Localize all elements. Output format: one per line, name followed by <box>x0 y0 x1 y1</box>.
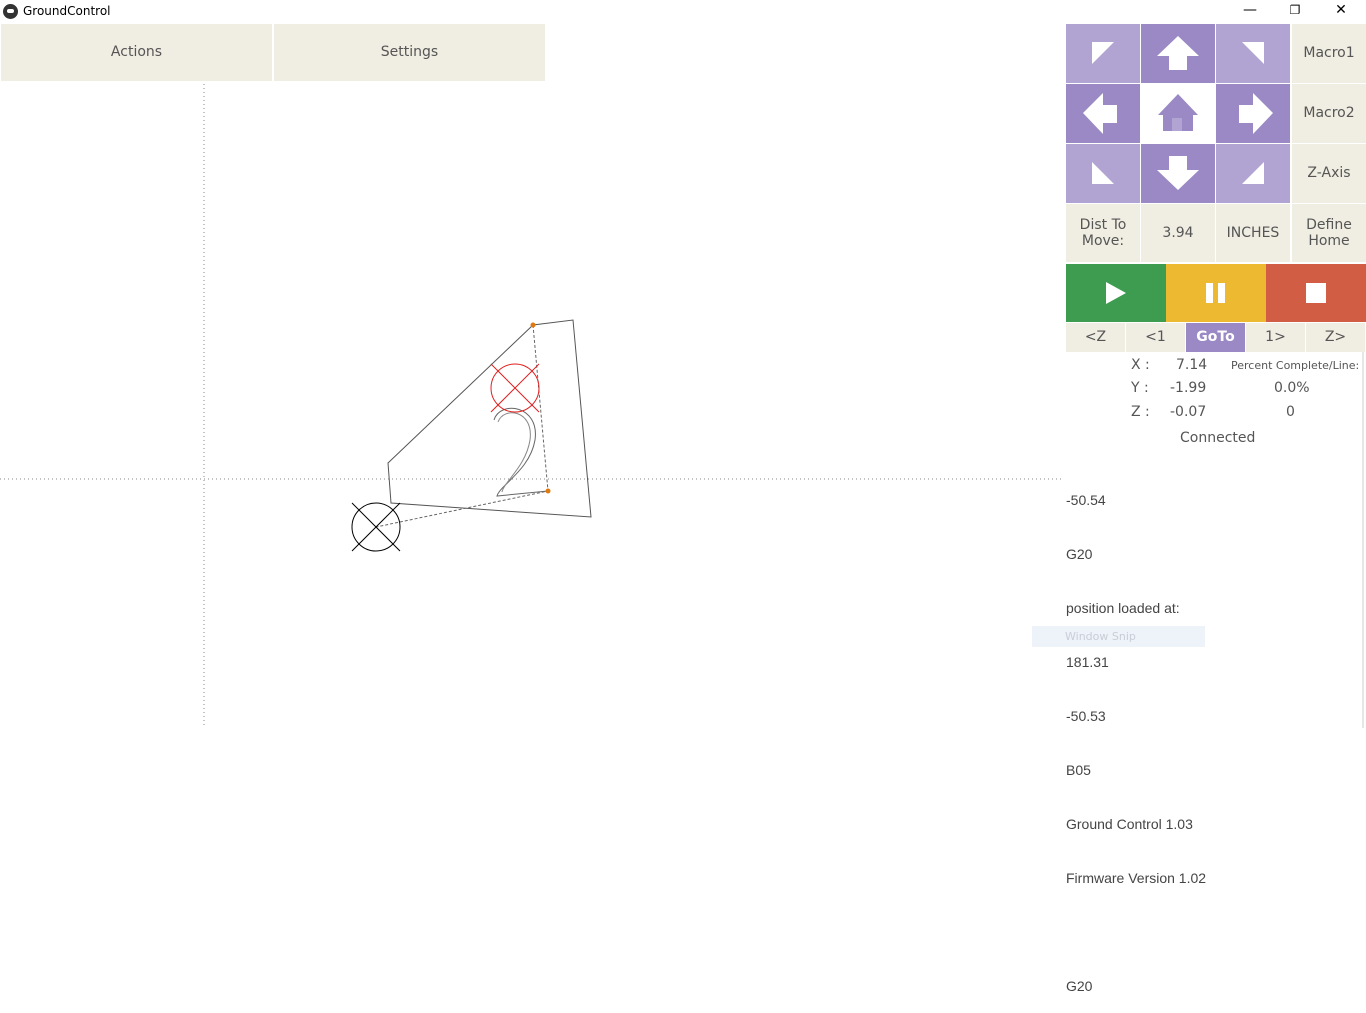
step-forward-button[interactable]: 1> <box>1246 323 1305 352</box>
jog-up-right-button[interactable] <box>1216 24 1290 83</box>
console-line: Firmware Version 1.02 <box>1066 870 1207 886</box>
arrow-up-left-icon <box>1092 42 1114 64</box>
console-line: 181.31 <box>1066 654 1109 670</box>
connection-status: Connected <box>1180 430 1256 446</box>
units-toggle[interactable]: INCHES <box>1216 204 1290 262</box>
numeral-path-inner <box>497 412 531 493</box>
jog-down-button[interactable] <box>1141 144 1215 203</box>
jog-up-left-button[interactable] <box>1066 24 1140 83</box>
line-number-value: 0 <box>1286 404 1295 420</box>
step-back-button[interactable]: <1 <box>1126 323 1185 352</box>
console-line: -50.53 <box>1066 708 1106 724</box>
define-home-button[interactable]: Define Home <box>1292 204 1366 262</box>
window-snip-overlay: Window Snip <box>1032 626 1205 647</box>
jog-home-button[interactable] <box>1141 84 1215 143</box>
path-point <box>545 488 551 494</box>
pause-button[interactable] <box>1166 264 1266 322</box>
play-icon <box>1106 282 1126 304</box>
step-z-back-button[interactable]: <Z <box>1066 323 1125 352</box>
arrow-down-left-icon <box>1092 162 1114 184</box>
z-label: Z : <box>1131 404 1150 420</box>
path-point <box>530 322 536 328</box>
console-line: B05 <box>1066 762 1091 778</box>
arrow-left-icon <box>1083 93 1117 134</box>
arrow-down-icon <box>1157 156 1199 190</box>
jog-right-button[interactable] <box>1216 84 1290 143</box>
restore-button[interactable]: ❐ <box>1272 0 1318 23</box>
percent-complete-label: Percent Complete/Line: <box>1231 359 1360 372</box>
target-position-marker <box>490 363 540 413</box>
part-outline <box>387 319 592 518</box>
console-line: G20 <box>1066 978 1093 994</box>
stop-icon <box>1306 283 1326 303</box>
macro1-button[interactable]: Macro1 <box>1292 24 1366 83</box>
current-position-marker <box>351 502 401 552</box>
jog-up-button[interactable] <box>1141 24 1215 83</box>
z-axis-button[interactable]: Z-Axis <box>1292 144 1366 203</box>
home-icon <box>1158 94 1198 131</box>
numeral-path <box>493 407 549 497</box>
jog-down-right-button[interactable] <box>1216 144 1290 203</box>
macro2-button[interactable]: Macro2 <box>1292 84 1366 143</box>
arrow-up-right-icon <box>1242 42 1264 64</box>
console-line: Ground Control 1.03 <box>1066 816 1193 832</box>
arrow-right-icon <box>1239 93 1273 134</box>
x-label: X : <box>1131 357 1150 373</box>
travel-path <box>375 324 549 528</box>
y-label: Y : <box>1131 380 1149 396</box>
console-line: -50.54 <box>1066 492 1106 508</box>
z-value: -0.07 <box>1170 404 1207 420</box>
goto-button[interactable]: GoTo <box>1186 323 1245 352</box>
step-z-forward-button[interactable]: Z> <box>1306 323 1365 352</box>
toolpath-canvas[interactable] <box>0 82 1062 728</box>
minimize-button[interactable]: — <box>1227 0 1273 23</box>
stop-button[interactable] <box>1266 264 1366 322</box>
y-value: -1.99 <box>1170 380 1207 396</box>
arrow-up-icon <box>1157 36 1199 70</box>
console-scrollbar[interactable] <box>1362 352 1364 728</box>
close-button[interactable]: ✕ <box>1318 0 1364 23</box>
arrow-down-right-icon <box>1242 162 1264 184</box>
jog-down-left-button[interactable] <box>1066 144 1140 203</box>
pause-icon <box>1206 283 1225 303</box>
percent-complete-value: 0.0% <box>1274 380 1310 396</box>
dist-to-move-label: Dist To Move: <box>1066 204 1140 262</box>
console-line: G20 <box>1066 546 1093 562</box>
x-value: 7.14 <box>1176 357 1208 373</box>
jog-left-button[interactable] <box>1066 84 1140 143</box>
play-button[interactable] <box>1066 264 1166 322</box>
console-line: position loaded at: <box>1066 600 1180 616</box>
dist-to-move-value[interactable]: 3.94 <box>1141 204 1215 262</box>
console-output: -50.54 G20 position loaded at: 181.31 -5… <box>1066 455 1362 1013</box>
